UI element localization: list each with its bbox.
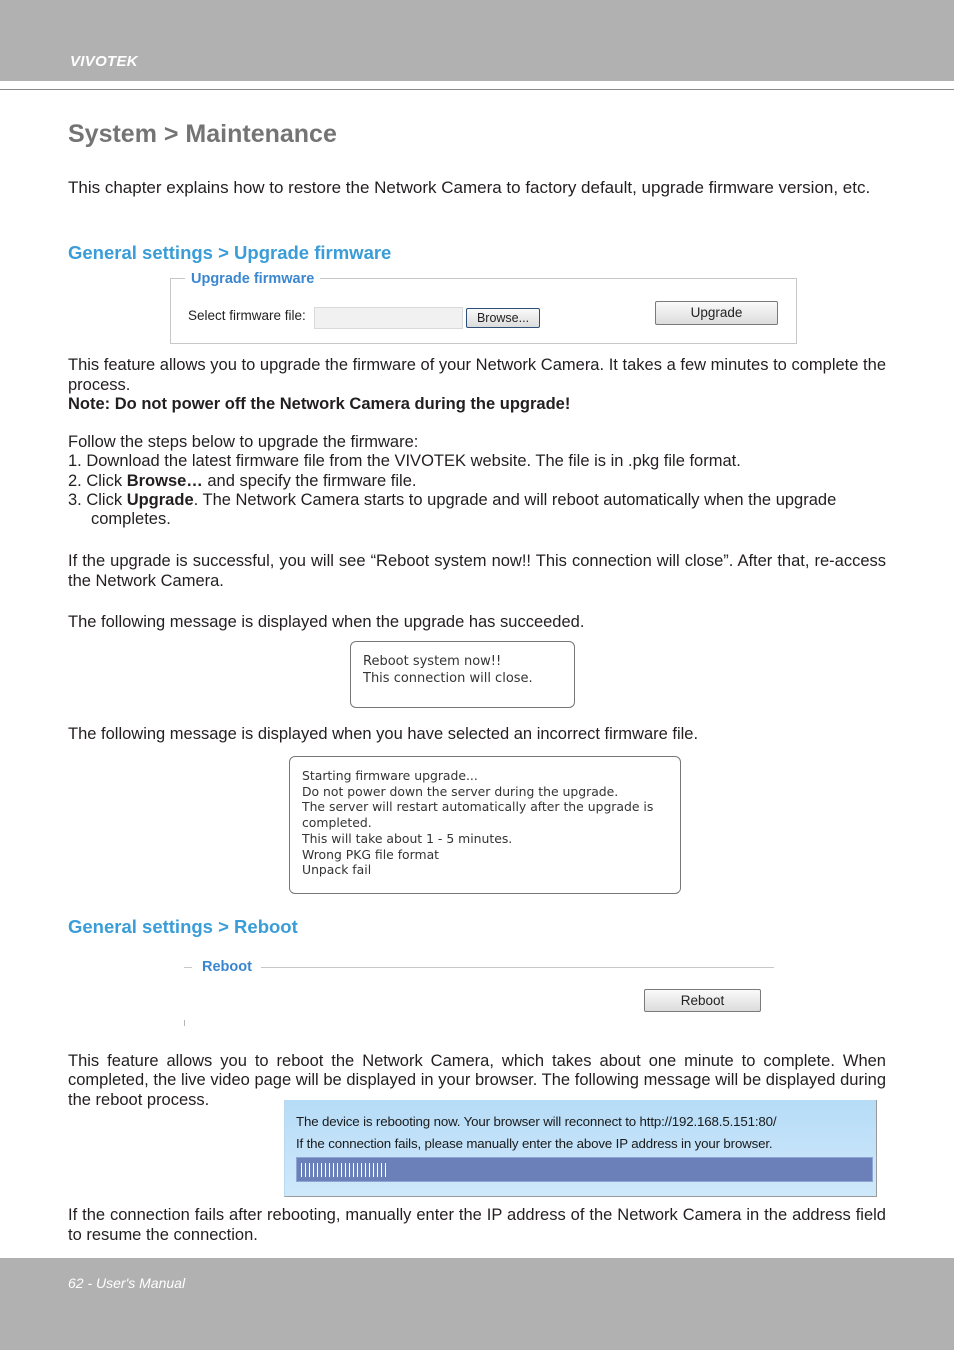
upgrade-section-heading: General settings > Upgrade firmware [68,242,392,263]
success-message-line: Reboot system now!! [363,654,502,669]
upgrade-firmware-legend: Upgrade firmware [185,271,321,287]
page-number: 62 - User's Manual [68,1275,186,1291]
error-message-line: Unpack fail [302,862,372,878]
page-title: System > Maintenance [68,120,337,148]
rebooting-notice-line: If the connection fails, please manually… [296,1136,773,1151]
browse-button[interactable]: Browse... [466,308,540,328]
fieldset-border [261,967,774,968]
step-3-suffix: . The Network Camera starts to upgrade a… [193,491,837,509]
brand-name: VIVOTEK [70,53,138,70]
error-message-line: The server will restart automatically af… [302,799,654,815]
reboot-section-heading: General settings > Reboot [68,916,298,937]
header-divider [0,89,954,90]
error-message-intro: The following message is displayed when … [68,725,699,743]
success-message-box: Reboot system now!! This connection will… [350,641,575,708]
upgrade-firmware-panel: Upgrade firmware Select firmware file: B… [170,271,797,344]
reboot-button[interactable]: Reboot [644,989,761,1012]
error-message-line: completed. [302,815,372,831]
upgrade-note: Note: Do not power off the Network Camer… [68,395,571,413]
step-2-prefix: 2. Click [68,472,127,490]
upgrade-button[interactable]: Upgrade [655,301,778,325]
rebooting-notice: The device is rebooting now. Your browse… [284,1100,877,1197]
firmware-file-input[interactable] [314,307,463,329]
fieldset-border [184,967,192,968]
success-message-line: This connection will close. [363,671,533,686]
select-firmware-label: Select firmware file: [188,308,306,323]
reboot-progress-fill [301,1163,387,1177]
reboot-legend: Reboot [202,959,252,975]
error-message-line: Starting firmware upgrade... [302,768,478,783]
step-2-suffix: and specify the firmware file. [202,472,417,490]
error-message-line: This will take about 1 - 5 minutes. [302,830,513,846]
reboot-progress-bar [296,1157,873,1182]
upgrade-success-paragraph: If the upgrade is successful, you will s… [68,552,886,590]
step-2-bold: Browse… [126,472,203,490]
upgrade-description: This feature allows you to upgrade the f… [68,356,886,394]
error-message-box: Starting firmware upgrade... Do not powe… [289,756,681,894]
reboot-panel: Reboot Reboot [182,956,774,1030]
rebooting-notice-line: The device is rebooting now. Your browse… [296,1114,777,1129]
reboot-closing-paragraph: If the connection fails after rebooting,… [68,1206,886,1244]
step-1: 1. Download the latest firmware file fro… [68,452,741,470]
page-footer: 62 - User's Manual [0,1258,954,1350]
step-3-continued: completes. [91,510,171,528]
error-message-line: Do not power down the server during the … [302,783,619,799]
step-2: 2. Click Browse… and specify the firmwar… [68,472,886,492]
step-3-bold: Upgrade [126,491,194,509]
error-message-line: Wrong PKG file format [302,846,440,862]
step-3-prefix: 3. Click [68,491,127,509]
success-message-intro: The following message is displayed when … [68,613,585,631]
intro-paragraph: This chapter explains how to restore the… [68,178,871,197]
steps-intro: Follow the steps below to upgrade the fi… [68,433,419,451]
fieldset-border [184,1020,185,1026]
step-3: 3. Click Upgrade. The Network Camera sta… [68,491,886,511]
page-header: VIVOTEK [0,0,954,81]
